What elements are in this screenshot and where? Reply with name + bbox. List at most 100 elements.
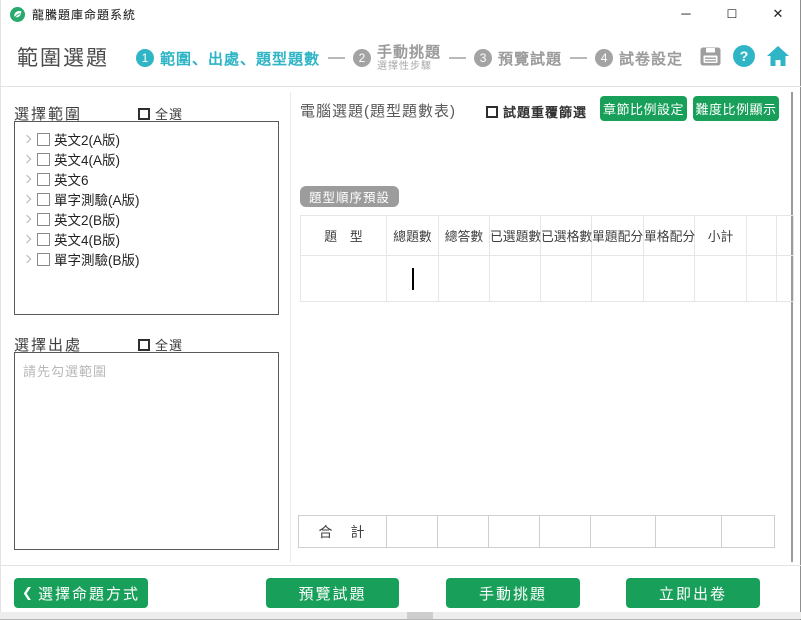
step-3[interactable]: 3 預覽試題 [474, 48, 562, 69]
tree-item[interactable]: 單字測驗(A版) [21, 189, 274, 209]
total-cell [591, 516, 656, 548]
col-empty-1 [747, 216, 777, 256]
manual-pick-button[interactable]: 手動挑題 [446, 578, 580, 608]
tree-item-label: 單字測驗(A版) [54, 189, 140, 209]
cell-total-questions[interactable] [387, 256, 439, 302]
chevron-right-icon[interactable] [23, 215, 31, 223]
tree-item-checkbox[interactable] [37, 133, 50, 146]
title-bar: 龍騰題庫命題系統 ─ ☐ ✕ [0, 0, 801, 28]
close-button[interactable]: ✕ [769, 0, 787, 28]
save-icon[interactable] [698, 44, 722, 68]
total-cell [656, 516, 722, 548]
cell-selected-blanks[interactable] [541, 256, 592, 302]
total-label: 合 計 [299, 516, 387, 548]
tree-item[interactable]: 英文2(B版) [21, 209, 274, 229]
chevron-right-icon[interactable] [23, 235, 31, 243]
tree-item-checkbox[interactable] [37, 253, 50, 266]
maximize-button[interactable]: ☐ [723, 0, 741, 28]
chevron-right-icon[interactable] [23, 175, 31, 183]
back-to-method-button[interactable]: ❮ 選擇命題方式 [14, 578, 148, 608]
footer-divider [0, 565, 801, 566]
step-4[interactable]: 4 試卷設定 [595, 48, 683, 69]
tree-item-checkbox[interactable] [37, 213, 50, 226]
step-1[interactable]: 1 範圍、出處、題型題數 [136, 48, 320, 69]
tree-item-checkbox[interactable] [37, 193, 50, 206]
tree-item-checkbox[interactable] [37, 153, 50, 166]
table-row [301, 256, 794, 302]
horizontal-scrollbar[interactable] [0, 612, 801, 619]
tree-item-label: 英文4(B版) [54, 229, 120, 249]
col-subtotal: 小計 [695, 216, 747, 256]
cell-empty-1 [747, 256, 777, 302]
total-cell [387, 516, 438, 548]
right-panel-border [791, 92, 793, 562]
step-2-sublabel: 選擇性步驟 [377, 61, 441, 73]
chevron-right-icon[interactable] [23, 255, 31, 263]
page-title: 範圍選題 [17, 42, 109, 72]
tree-item-label: 單字測驗(B版) [54, 249, 140, 269]
panel-divider [290, 92, 291, 562]
scrollbar-thumb[interactable] [407, 612, 433, 619]
col-points-per-blank: 單格配分 [644, 216, 695, 256]
difficulty-ratio-button[interactable]: 難度比例顯示 [693, 96, 779, 121]
tree-item[interactable]: 英文4(A版) [21, 149, 274, 169]
cell-subtotal[interactable] [695, 256, 747, 302]
chevron-right-icon[interactable] [23, 155, 31, 163]
step-1-number: 1 [136, 49, 154, 67]
step-1-label: 範圍、出處、題型題數 [160, 48, 320, 69]
cell-points-per-blank[interactable] [644, 256, 695, 302]
step-dash [328, 57, 345, 59]
cell-selected-questions[interactable] [490, 256, 541, 302]
tree-item-checkbox[interactable] [37, 173, 50, 186]
step-2-number: 2 [353, 49, 371, 67]
computer-select-title: 電腦選題(題型題數表) [300, 100, 456, 121]
total-cell [722, 516, 775, 548]
help-icon[interactable]: ? [732, 44, 756, 68]
tree-item-label: 英文6 [54, 169, 89, 189]
source-list: 請先勾選範圍 [14, 352, 279, 550]
home-icon[interactable] [766, 44, 790, 68]
tree-item[interactable]: 單字測驗(B版) [21, 249, 274, 269]
step-indicator: 1 範圍、出處、題型題數 2 手動挑題 選擇性步驟 3 預覽試題 4 試卷設定 [136, 38, 683, 78]
preview-questions-button[interactable]: 預覽試題 [266, 578, 399, 608]
type-order-preset-badge[interactable]: 題型順序預設 [300, 186, 399, 207]
col-selected-blanks: 已選格數 [541, 216, 592, 256]
header-divider [0, 86, 801, 87]
step-dash [449, 57, 466, 59]
range-select-all-checkbox[interactable] [138, 108, 150, 120]
table-header-row: 題 型 總題數 總答數 已選題數 已選格數 單題配分 單格配分 小計 [301, 216, 794, 256]
total-row: 合 計 [299, 516, 775, 548]
tree-item-label: 英文4(A版) [54, 149, 120, 169]
duplicate-filter-checkbox[interactable] [486, 106, 498, 118]
col-total-answers: 總答數 [439, 216, 490, 256]
total-cell [489, 516, 540, 548]
tree-item-label: 英文2(B版) [54, 209, 120, 229]
generate-exam-button[interactable]: 立即出卷 [626, 578, 760, 608]
tree-item[interactable]: 英文4(B版) [21, 229, 274, 249]
app-logo-icon [10, 7, 25, 22]
cell-question-type[interactable] [301, 256, 387, 302]
chapter-ratio-button[interactable]: 章節比例設定 [600, 96, 687, 121]
tree-item-checkbox[interactable] [37, 233, 50, 246]
col-total-questions: 總題數 [387, 216, 439, 256]
col-selected-questions: 已選題數 [490, 216, 541, 256]
col-question-type: 題 型 [301, 216, 387, 256]
range-tree: 英文2(A版) 英文4(A版) 英文6 單字測驗(A版) 英文2(B版) 英文4… [14, 121, 279, 315]
minimize-button[interactable]: ─ [677, 0, 695, 28]
source-select-all-checkbox[interactable] [138, 339, 150, 351]
cell-total-answers[interactable] [439, 256, 490, 302]
tree-item-label: 英文2(A版) [54, 129, 120, 149]
step-3-label: 預覽試題 [498, 48, 562, 69]
step-2-label: 手動挑題 [377, 44, 441, 61]
step-4-label: 試卷設定 [619, 48, 683, 69]
tree-item[interactable]: 英文2(A版) [21, 129, 274, 149]
chevron-right-icon[interactable] [23, 135, 31, 143]
col-points-per-question: 單題配分 [592, 216, 644, 256]
step-3-number: 3 [474, 49, 492, 67]
chevron-right-icon[interactable] [23, 195, 31, 203]
window-title: 龍騰題庫命題系統 [32, 6, 136, 23]
step-2[interactable]: 2 手動挑題 選擇性步驟 [353, 44, 441, 73]
tree-item[interactable]: 英文6 [21, 169, 274, 189]
cell-points-per-question[interactable] [592, 256, 644, 302]
duplicate-filter[interactable]: 試題重覆篩選 [486, 102, 587, 121]
